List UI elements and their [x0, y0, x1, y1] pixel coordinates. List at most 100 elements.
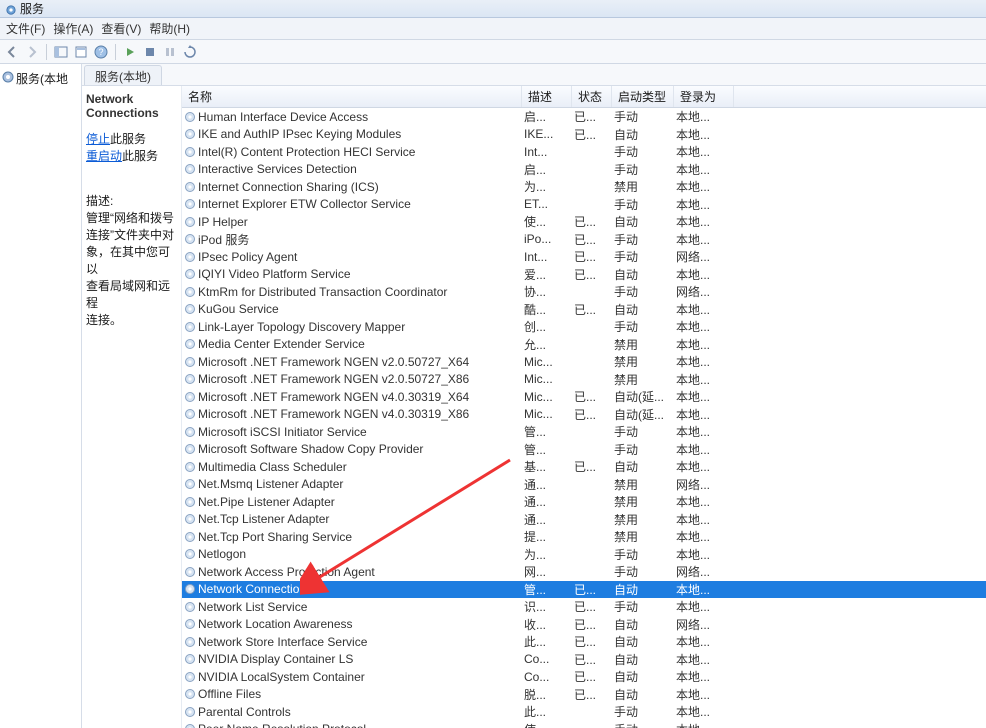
- service-name: Microsoft .NET Framework NGEN v4.0.30319…: [198, 407, 469, 421]
- gear-icon: [184, 478, 196, 490]
- restart-icon[interactable]: [182, 44, 198, 60]
- service-logon: 本地...: [674, 353, 734, 370]
- gear-icon: [184, 286, 196, 298]
- service-logon: 本地...: [674, 581, 734, 598]
- service-logon: 本地...: [674, 126, 734, 143]
- table-row[interactable]: Microsoft iSCSI Initiator Service管...手动本…: [182, 423, 986, 441]
- service-status: 已...: [572, 108, 612, 125]
- help-icon[interactable]: ?: [93, 44, 109, 60]
- service-desc: 管...: [522, 423, 572, 440]
- detail-panel: Network Connections 停止此服务 重启动此服务 描述: 管理“…: [82, 86, 182, 728]
- table-row[interactable]: Network Location Awareness收...已...自动网络..…: [182, 616, 986, 634]
- table-row[interactable]: Microsoft Software Shadow Copy Provider管…: [182, 441, 986, 459]
- table-row[interactable]: Link-Layer Topology Discovery Mapper创...…: [182, 318, 986, 336]
- service-logon: 本地...: [674, 423, 734, 440]
- pause-icon[interactable]: [162, 44, 178, 60]
- table-row[interactable]: Network List Service识...已...手动本地...: [182, 598, 986, 616]
- gear-icon: [184, 461, 196, 473]
- table-row[interactable]: Microsoft .NET Framework NGEN v4.0.30319…: [182, 406, 986, 424]
- table-row[interactable]: NVIDIA Display Container LSCo...已...自动本地…: [182, 651, 986, 669]
- table-row[interactable]: Offline Files脱...已...自动本地...: [182, 686, 986, 704]
- table-row[interactable]: KuGou Service酷...已...自动本地...: [182, 301, 986, 319]
- gear-icon: [184, 618, 196, 630]
- table-row[interactable]: IKE and AuthIP IPsec Keying ModulesIKE..…: [182, 126, 986, 144]
- table-row[interactable]: Net.Tcp Port Sharing Service提...禁用本地...: [182, 528, 986, 546]
- view-panel-icon[interactable]: [53, 44, 69, 60]
- play-icon[interactable]: [122, 44, 138, 60]
- forward-icon[interactable]: [24, 44, 40, 60]
- gear-icon: [184, 181, 196, 193]
- table-row[interactable]: Microsoft .NET Framework NGEN v4.0.30319…: [182, 388, 986, 406]
- table-row[interactable]: Microsoft .NET Framework NGEN v2.0.50727…: [182, 371, 986, 389]
- table-row[interactable]: IQIYI Video Platform Service爱...已...自动本地…: [182, 266, 986, 284]
- col-status[interactable]: 状态: [572, 86, 612, 107]
- table-row[interactable]: Media Center Extender Service允...禁用本地...: [182, 336, 986, 354]
- service-name: Network Location Awareness: [198, 617, 353, 631]
- service-name: Media Center Extender Service: [198, 337, 365, 351]
- table-row[interactable]: Network Connections管...已...自动本地...: [182, 581, 986, 599]
- table-row[interactable]: Parental Controls此...手动本地...: [182, 703, 986, 721]
- table-row[interactable]: Netlogon为...手动本地...: [182, 546, 986, 564]
- service-desc: 管...: [522, 581, 572, 598]
- stop-icon[interactable]: [142, 44, 158, 60]
- service-list[interactable]: Human Interface Device Access启...已...手动本…: [182, 108, 986, 728]
- service-name: IPsec Policy Agent: [198, 250, 297, 264]
- menu-view[interactable]: 查看(V): [101, 20, 141, 37]
- table-row[interactable]: Net.Pipe Listener Adapter通...禁用本地...: [182, 493, 986, 511]
- menu-action[interactable]: 操作(A): [53, 20, 93, 37]
- back-icon[interactable]: [4, 44, 20, 60]
- menu-help[interactable]: 帮助(H): [149, 20, 190, 37]
- service-logon: 本地...: [674, 196, 734, 213]
- table-row[interactable]: Network Store Interface Service此...已...自…: [182, 633, 986, 651]
- table-row[interactable]: Network Access Protection Agent网...手动网络.…: [182, 563, 986, 581]
- service-startup: 禁用: [612, 511, 674, 528]
- table-row[interactable]: iPod 服务iPo...已...手动本地...: [182, 231, 986, 249]
- table-row[interactable]: Internet Explorer ETW Collector ServiceE…: [182, 196, 986, 214]
- service-logon: 网络...: [674, 283, 734, 300]
- gear-icon: [184, 216, 196, 228]
- table-row[interactable]: KtmRm for Distributed Transaction Coordi…: [182, 283, 986, 301]
- tab-local-services[interactable]: 服务(本地): [84, 65, 162, 85]
- service-logon: 本地...: [674, 511, 734, 528]
- table-row[interactable]: Peer Name Resolution Protocol使...手动本地...: [182, 721, 986, 728]
- service-name: Internet Connection Sharing (ICS): [198, 180, 379, 194]
- restart-service-link[interactable]: 重启动: [86, 149, 122, 163]
- restart-tail: 此服务: [122, 149, 158, 163]
- table-row[interactable]: Microsoft .NET Framework NGEN v2.0.50727…: [182, 353, 986, 371]
- tree-root-node[interactable]: 服务(本地: [2, 68, 79, 89]
- tree-root-label: 服务(本地: [16, 70, 68, 87]
- service-startup: 手动: [612, 108, 674, 125]
- table-row[interactable]: IPsec Policy AgentInt...已...手动网络...: [182, 248, 986, 266]
- table-row[interactable]: Net.Msmq Listener Adapter通...禁用网络...: [182, 476, 986, 494]
- col-logon[interactable]: 登录为: [674, 86, 734, 107]
- col-startup[interactable]: 启动类型: [612, 86, 674, 107]
- service-startup: 自动: [612, 213, 674, 230]
- gear-icon: [184, 443, 196, 455]
- table-row[interactable]: Multimedia Class Scheduler基...已...自动本地..…: [182, 458, 986, 476]
- service-startup: 手动: [612, 161, 674, 178]
- col-name[interactable]: 名称: [182, 86, 522, 107]
- table-row[interactable]: Net.Tcp Listener Adapter通...禁用本地...: [182, 511, 986, 529]
- service-desc: 酷...: [522, 301, 572, 318]
- service-logon: 本地...: [674, 266, 734, 283]
- service-desc: 使...: [522, 213, 572, 230]
- service-startup: 手动: [612, 423, 674, 440]
- table-row[interactable]: Intel(R) Content Protection HECI Service…: [182, 143, 986, 161]
- gear-icon: [184, 163, 196, 175]
- service-status: 已...: [572, 388, 612, 405]
- table-row[interactable]: Human Interface Device Access启...已...手动本…: [182, 108, 986, 126]
- table-row[interactable]: Internet Connection Sharing (ICS)为...禁用本…: [182, 178, 986, 196]
- desc-line3: 象，在其中您可以: [86, 243, 177, 277]
- service-logon: 本地...: [674, 161, 734, 178]
- col-desc[interactable]: 描述: [522, 86, 572, 107]
- table-row[interactable]: IP Helper使...已...自动本地...: [182, 213, 986, 231]
- stop-service-link[interactable]: 停止: [86, 132, 110, 146]
- service-name: Netlogon: [198, 547, 246, 561]
- service-desc: 启...: [522, 161, 572, 178]
- service-startup: 禁用: [612, 493, 674, 510]
- table-row[interactable]: NVIDIA LocalSystem ContainerCo...已...自动本…: [182, 668, 986, 686]
- properties-icon[interactable]: [73, 44, 89, 60]
- table-row[interactable]: Interactive Services Detection启...手动本地..…: [182, 161, 986, 179]
- menu-file[interactable]: 文件(F): [6, 20, 45, 37]
- service-desc: Mic...: [522, 407, 572, 421]
